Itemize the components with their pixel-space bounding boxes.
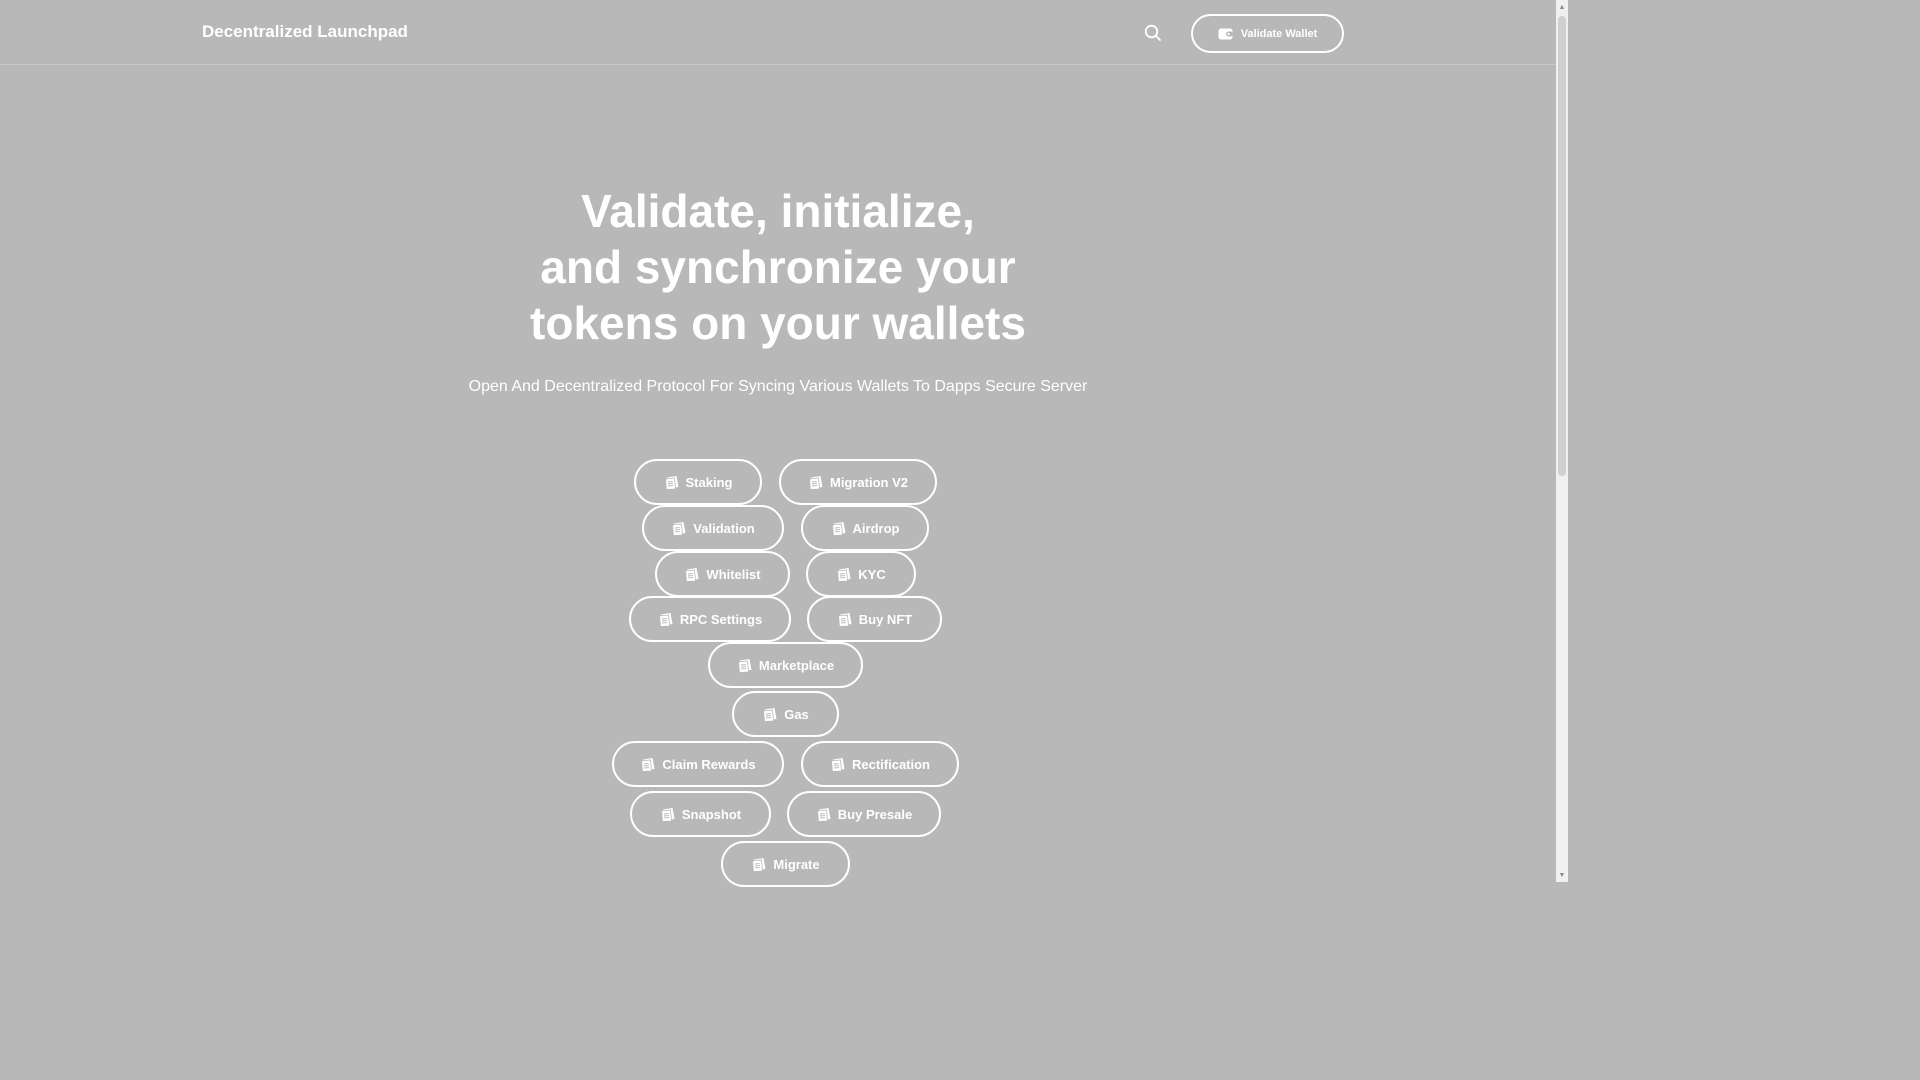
whitelist-button[interactable]: Whitelist — [655, 551, 790, 597]
action-label: Marketplace — [758, 657, 835, 673]
action-label: Buy NFT — [858, 611, 913, 627]
document-icon — [831, 521, 846, 536]
search-icon — [1144, 24, 1161, 41]
action-label: Buy Presale — [837, 806, 913, 822]
action-label: Whitelist — [706, 566, 761, 582]
wallet-icon — [1218, 28, 1233, 39]
staking-button[interactable]: Staking — [634, 459, 762, 505]
hero-subtitle: Open And Decentralized Protocol For Sync… — [468, 378, 1088, 395]
validation-button[interactable]: Validation — [642, 505, 784, 551]
document-icon — [685, 567, 699, 582]
hero-title-line: tokens on your wallets — [530, 297, 1026, 349]
document-icon — [763, 707, 777, 722]
document-icon — [658, 612, 673, 627]
gas-button[interactable]: Gas — [732, 691, 839, 737]
snapshot-button[interactable]: Snapshot — [630, 791, 771, 837]
document-icon — [837, 612, 852, 627]
migration-v2-button[interactable]: Migration V2 — [779, 459, 937, 505]
marketplace-button[interactable]: Marketplace — [708, 642, 863, 688]
page: Decentralized Launchpad Validate Wallet … — [0, 0, 1568, 887]
action-label: RPC Settings — [679, 611, 763, 627]
buy-presale-button[interactable]: Buy Presale — [787, 791, 941, 837]
buy-nft-button[interactable]: Buy NFT — [807, 596, 942, 642]
document-icon — [831, 757, 845, 772]
action-label: Staking — [685, 474, 733, 490]
search-button[interactable] — [1142, 22, 1164, 44]
hero-title-line: Validate, initialize, — [581, 185, 975, 237]
vertical-scrollbar[interactable]: ▲ ▼ — [1556, 0, 1568, 882]
scroll-up-arrow-icon[interactable]: ▲ — [1556, 0, 1568, 14]
top-navbar: Decentralized Launchpad Validate Wallet — [0, 0, 1556, 65]
validate-wallet-label: Validate Wallet — [1240, 27, 1318, 40]
hero-title-line: and synchronize your — [540, 241, 1016, 293]
rpc-settings-button[interactable]: RPC Settings — [629, 596, 791, 642]
action-label: Rectification — [851, 756, 930, 772]
document-icon — [737, 658, 752, 673]
action-label: Migrate — [773, 856, 820, 872]
hero-title: Validate, initialize, and synchronize yo… — [0, 183, 1556, 351]
document-icon — [660, 807, 675, 822]
action-label: Snapshot — [681, 806, 742, 822]
document-icon — [816, 807, 831, 822]
scrollbar-thumb[interactable] — [1558, 16, 1566, 476]
action-label: Claim Rewards — [662, 756, 756, 772]
action-label: Gas — [784, 706, 809, 722]
document-icon — [664, 475, 679, 490]
document-icon — [809, 475, 823, 490]
document-icon — [752, 857, 766, 872]
brand-title[interactable]: Decentralized Launchpad — [202, 22, 408, 42]
rectification-button[interactable]: Rectification — [801, 741, 959, 787]
document-icon — [672, 521, 686, 536]
airdrop-button[interactable]: Airdrop — [801, 505, 929, 551]
migrate-button[interactable]: Migrate — [721, 841, 850, 887]
action-label: KYC — [858, 566, 886, 582]
kyc-button[interactable]: KYC — [806, 551, 916, 597]
validate-wallet-button[interactable]: Validate Wallet — [1191, 14, 1344, 53]
document-icon — [641, 757, 655, 772]
action-label: Migration V2 — [829, 474, 908, 490]
action-label: Validation — [693, 520, 755, 536]
document-icon — [837, 567, 851, 582]
action-label: Airdrop — [852, 520, 900, 536]
scroll-down-arrow-icon[interactable]: ▼ — [1556, 868, 1568, 882]
claim-rewards-button[interactable]: Claim Rewards — [612, 741, 784, 787]
